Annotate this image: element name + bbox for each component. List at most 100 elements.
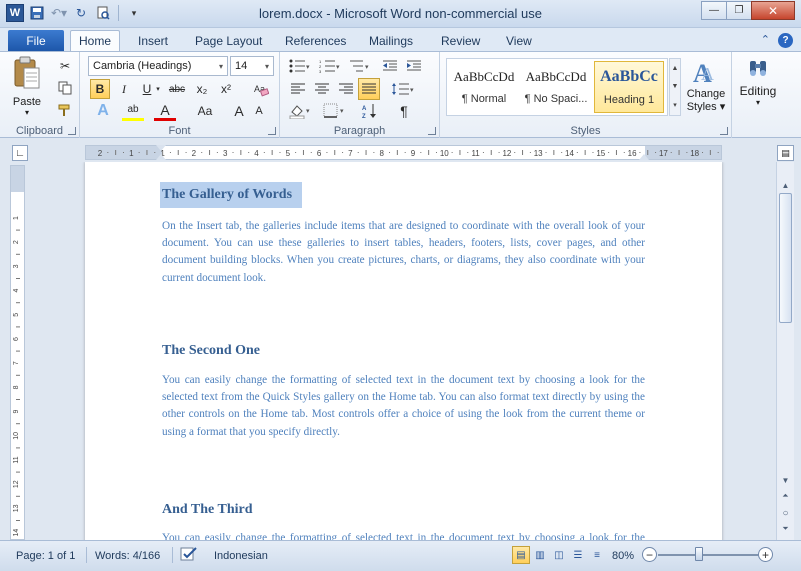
- tab-selector-icon[interactable]: ∟: [12, 145, 28, 161]
- scroll-up-icon[interactable]: ▲: [777, 177, 794, 193]
- style-heading-1[interactable]: AaBbCc Heading 1: [594, 61, 664, 113]
- paragraph-1[interactable]: On the Insert tab, the galleries include…: [162, 218, 645, 287]
- browse-object-icon[interactable]: ○: [777, 505, 794, 521]
- editing-button[interactable]: Editing ▾: [736, 58, 780, 107]
- change-case-button[interactable]: Aa: [192, 101, 218, 121]
- paragraph-3[interactable]: You can easily change the formatting of …: [162, 530, 645, 540]
- increase-indent-icon[interactable]: [404, 56, 424, 76]
- copy-icon[interactable]: [56, 79, 74, 97]
- minimize-button[interactable]: —: [701, 1, 727, 20]
- first-line-indent-marker[interactable]: [156, 145, 166, 151]
- font-color-button[interactable]: A: [154, 101, 176, 121]
- hanging-indent-marker[interactable]: [156, 154, 166, 160]
- style-normal[interactable]: AaBbCcDd ¶ Normal: [449, 61, 519, 113]
- web-layout-icon[interactable]: ◫: [550, 546, 568, 564]
- heading-3[interactable]: And The Third: [162, 502, 253, 518]
- paragraph-launcher-icon[interactable]: [428, 127, 436, 135]
- align-center-icon[interactable]: [312, 79, 332, 99]
- font-name-dropdown-icon[interactable]: ▾: [219, 62, 223, 71]
- highlight-button[interactable]: ab: [122, 101, 144, 121]
- font-launcher-icon[interactable]: [268, 127, 276, 135]
- heading-2[interactable]: The Second One: [162, 343, 260, 359]
- grow-font-button[interactable]: A: [230, 101, 248, 121]
- scroll-down-icon[interactable]: ▼: [777, 472, 794, 488]
- style-no-spacing[interactable]: AaBbCcDd ¶ No Spaci...: [521, 61, 591, 113]
- decrease-indent-icon[interactable]: [380, 56, 400, 76]
- paste-dropdown-icon[interactable]: ▾: [25, 108, 29, 117]
- help-icon[interactable]: ?: [778, 33, 793, 48]
- clear-formatting-icon[interactable]: Aa: [250, 79, 272, 99]
- font-size-dropdown-icon[interactable]: ▾: [265, 62, 269, 71]
- subscript-button[interactable]: x₂: [192, 79, 212, 99]
- scrollbar-thumb[interactable]: [779, 193, 792, 323]
- superscript-button[interactable]: x²: [216, 79, 236, 99]
- zoom-slider-thumb[interactable]: [695, 547, 703, 561]
- gallery-up-icon[interactable]: ▲: [672, 65, 679, 72]
- text-effects-icon[interactable]: A: [92, 101, 114, 121]
- tab-page-layout[interactable]: Page Layout: [187, 32, 270, 52]
- clipboard-launcher-icon[interactable]: [68, 127, 76, 135]
- bold-button[interactable]: B: [90, 79, 110, 99]
- ruler-tick-label: 2: [13, 240, 20, 244]
- minimize-ribbon-icon[interactable]: ⌃: [761, 33, 770, 48]
- shading-icon[interactable]: ▾: [286, 101, 316, 121]
- justify-icon[interactable]: [358, 78, 380, 100]
- page-count[interactable]: Page: 1 of 1: [16, 546, 75, 566]
- view-ruler-icon[interactable]: ▤: [777, 145, 794, 161]
- tab-review[interactable]: Review: [433, 32, 488, 52]
- tab-file[interactable]: File: [8, 30, 64, 52]
- borders-icon[interactable]: ▾: [320, 101, 350, 121]
- tab-references[interactable]: References: [277, 32, 354, 52]
- gallery-more-icon[interactable]: ▾: [673, 101, 677, 109]
- multilevel-list-icon[interactable]: ▾: [346, 56, 374, 76]
- word-count[interactable]: Words: 4/166: [95, 546, 160, 566]
- draft-view-icon[interactable]: ≡: [588, 546, 606, 564]
- align-right-icon[interactable]: [336, 79, 356, 99]
- underline-dropdown-icon[interactable]: ▾: [154, 79, 162, 99]
- proofing-icon[interactable]: [180, 546, 198, 566]
- heading-1[interactable]: The Gallery of Words: [160, 182, 303, 208]
- bullets-icon[interactable]: ▾: [286, 56, 314, 76]
- vertical-ruler[interactable]: 1 2 3 4 5 6 7 8 9 10 11 12 13 14: [10, 165, 25, 540]
- right-indent-marker[interactable]: [639, 154, 649, 160]
- numbering-icon[interactable]: 1 2 3 ▾: [316, 56, 344, 76]
- document-page[interactable]: The Gallery of Words On the Insert tab, …: [85, 162, 722, 540]
- italic-button[interactable]: I: [115, 79, 133, 99]
- horizontal-ruler[interactable]: 2 1 1 2 3 4 5 6 7 8 9 10 11 12 13 14 15 16 17 18: [85, 145, 722, 160]
- styles-launcher-icon[interactable]: [720, 127, 728, 135]
- vertical-scrollbar[interactable]: ▲ ▼ ⏶ ○ ⏷: [776, 162, 794, 540]
- sort-icon[interactable]: AZ: [360, 101, 380, 121]
- strikethrough-button[interactable]: abc: [166, 79, 188, 99]
- print-layout-view-icon[interactable]: ▤: [512, 546, 530, 564]
- zoom-slider-track[interactable]: [658, 554, 758, 556]
- full-screen-reading-icon[interactable]: ▥: [531, 546, 549, 564]
- cut-icon[interactable]: ✂: [56, 57, 74, 75]
- shrink-font-button[interactable]: A: [250, 101, 268, 121]
- previous-page-icon[interactable]: ⏶: [777, 488, 794, 504]
- format-painter-icon[interactable]: [56, 101, 74, 119]
- line-spacing-icon[interactable]: ▾: [388, 79, 418, 99]
- zoom-in-button[interactable]: +: [758, 547, 773, 562]
- next-page-icon[interactable]: ⏷: [777, 521, 794, 537]
- outline-view-icon[interactable]: ☰: [569, 546, 587, 564]
- paragraph-2[interactable]: You can easily change the formatting of …: [162, 372, 645, 441]
- tab-insert[interactable]: Insert: [130, 32, 176, 52]
- tab-mailings[interactable]: Mailings: [361, 32, 421, 52]
- align-left-icon[interactable]: [288, 79, 308, 99]
- zoom-out-button[interactable]: −: [642, 547, 657, 562]
- language[interactable]: Indonesian: [214, 546, 268, 566]
- styles-gallery-scroll[interactable]: ▲ ▼ ▾: [669, 58, 681, 116]
- tab-view[interactable]: View: [498, 32, 540, 52]
- font-size-combo[interactable]: 14 ▾: [230, 56, 274, 76]
- change-styles-button[interactable]: AA Change Styles ▾: [684, 58, 728, 113]
- show-formatting-marks-button[interactable]: ¶: [394, 101, 414, 121]
- close-button[interactable]: ✕: [751, 1, 795, 20]
- zoom-level[interactable]: 80%: [612, 546, 634, 566]
- paste-button[interactable]: Paste ▾: [8, 56, 46, 117]
- gallery-down-icon[interactable]: ▼: [672, 83, 679, 90]
- vertical-ruler-ticks: 1234567891011121314: [13, 216, 20, 536]
- tab-home[interactable]: Home: [70, 30, 121, 53]
- editing-dropdown-icon[interactable]: ▾: [756, 98, 760, 107]
- font-name-combo[interactable]: Cambria (Headings) ▾: [88, 56, 228, 76]
- restore-button[interactable]: ❐: [726, 1, 752, 20]
